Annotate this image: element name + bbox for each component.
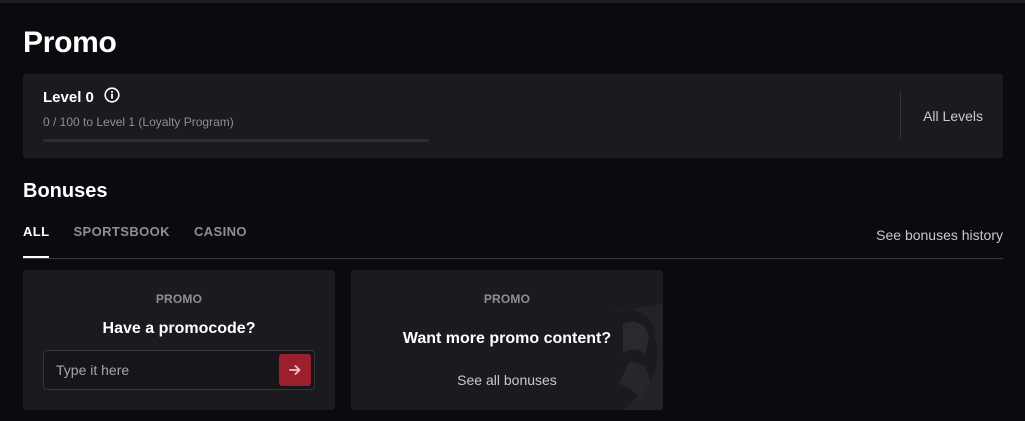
bonuses-section-title: Bonuses [23, 180, 108, 202]
tabs-divider [23, 258, 1003, 259]
tab-all[interactable]: ALL [23, 224, 50, 258]
arrow-right-icon [289, 365, 301, 375]
info-circle-icon[interactable] [104, 86, 120, 103]
promocode-card-kicker: PROMO [155, 292, 203, 306]
promocode-input-wrapper [43, 350, 315, 390]
promocode-input[interactable] [44, 351, 298, 389]
loyalty-level-row: Level 0 [43, 86, 120, 106]
tab-sportsbook[interactable]: SPORTSBOOK [73, 224, 169, 258]
bonuses-history-link[interactable]: See bonuses history [876, 227, 1003, 243]
promocode-submit-button[interactable] [279, 354, 311, 386]
level-card-divider [900, 92, 901, 139]
promocode-card: PROMO Have a promocode? [23, 270, 335, 410]
see-all-bonuses-link[interactable]: See all bonuses [351, 372, 663, 388]
tab-casino[interactable]: CASINO [194, 224, 247, 258]
promocode-card-title: Have a promocode? [102, 320, 256, 337]
loyalty-level-card: Level 0 0 / 100 to Level 1 (Loyalty Prog… [23, 74, 1003, 158]
more-promo-card: PROMO Want more promo content? See all b… [351, 270, 663, 410]
top-strip [0, 0, 1025, 3]
decorative-figure-art [613, 304, 663, 410]
bonus-tabs: ALL SPORTSBOOK CASINO [23, 224, 271, 258]
loyalty-progress-text: 0 / 100 to Level 1 (Loyalty Program) [43, 115, 234, 129]
page-title: Promo [23, 26, 117, 59]
loyalty-level-title: Level 0 [43, 89, 94, 106]
loyalty-progress-bar [43, 139, 429, 142]
all-levels-link[interactable]: All Levels [923, 108, 983, 124]
